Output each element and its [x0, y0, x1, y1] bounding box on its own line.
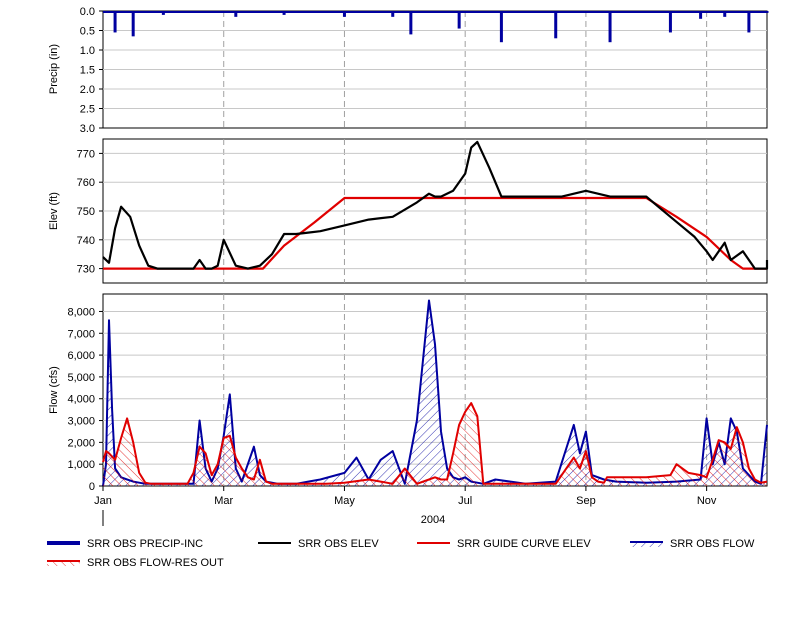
hydrograph-svg: 0.0 0.5 1.0 1.5 2.0 2.5 3.0 730 740 750 760 770 0 1,0… [47, 6, 769, 569]
precip-bar [554, 11, 558, 39]
precip-tick-label: 2.0 [80, 84, 95, 96]
flow-tick-label: 8,000 [67, 306, 95, 318]
elev-tick-label: 730 [77, 264, 95, 276]
precip-bar [608, 11, 612, 43]
flow-tick-label: 2,000 [67, 437, 95, 449]
elev-tick-label: 740 [77, 235, 95, 247]
legend-item: SRR OBS FLOW-RES OUT [47, 557, 224, 569]
legend-item: SRR GUIDE CURVE ELEV [417, 538, 591, 550]
legend-label: SRR OBS FLOW-RES OUT [87, 557, 224, 569]
flow-tick-label: 7,000 [67, 328, 95, 340]
hydrograph-figure: 0.0 0.5 1.0 1.5 2.0 2.5 3.0 730 740 750 760 770 0 1,0… [0, 0, 800, 627]
precip-bar [113, 11, 117, 33]
legend-swatch [47, 560, 80, 566]
legend-label: SRR OBS FLOW [670, 538, 755, 550]
month-tick-label: Nov [697, 495, 717, 507]
legend-item: SRR OBS PRECIP-INC [47, 538, 203, 550]
flow-tick-label: 3,000 [67, 416, 95, 428]
precip-tick-label: 2.5 [80, 104, 95, 116]
elev-axis-title: Elev (ft) [48, 192, 60, 230]
legend: SRR OBS PRECIP-INC SRR OBS ELEV SRR GUIDE … [47, 538, 755, 569]
elev-tick-label: 770 [77, 148, 95, 160]
precip-tick-label: 3.0 [80, 123, 95, 135]
legend-item: SRR OBS FLOW [630, 538, 755, 550]
precip-axis-title: Precip (in) [48, 44, 60, 94]
elev-tick-label: 760 [77, 177, 95, 189]
legend-label: SRR OBS ELEV [298, 538, 379, 550]
elev-tick-label: 750 [77, 206, 95, 218]
precip-tick-label: 1.0 [80, 45, 95, 57]
month-tick-label: May [334, 495, 355, 507]
month-tick-label: Jan [94, 495, 112, 507]
legend-item: SRR OBS ELEV [258, 538, 379, 550]
flow-tick-label: 1,000 [67, 459, 95, 471]
precip-tick-label: 0.0 [80, 6, 95, 18]
legend-label: SRR OBS PRECIP-INC [87, 538, 203, 550]
flow-tick-label: 0 [89, 481, 95, 493]
precip-bar [747, 11, 751, 33]
legend-label: SRR GUIDE CURVE ELEV [457, 538, 591, 550]
precip-tick-label: 0.5 [80, 26, 95, 38]
precip-bar [131, 11, 135, 37]
month-tick-label: Jul [458, 495, 472, 507]
precip-bar [499, 11, 503, 43]
year-label: 2004 [421, 514, 445, 526]
flow-axis-title: Flow (cfs) [48, 366, 60, 414]
precip-bar [668, 11, 672, 33]
precip-bar [409, 11, 413, 35]
flow-tick-label: 5,000 [67, 372, 95, 384]
flow-tick-label: 4,000 [67, 394, 95, 406]
precip-bar [457, 11, 461, 29]
flow-tick-label: 6,000 [67, 350, 95, 362]
legend-swatch [630, 541, 663, 547]
month-tick-label: Mar [214, 495, 233, 507]
month-tick-label: Sep [576, 495, 596, 507]
precip-tick-label: 1.5 [80, 65, 95, 77]
